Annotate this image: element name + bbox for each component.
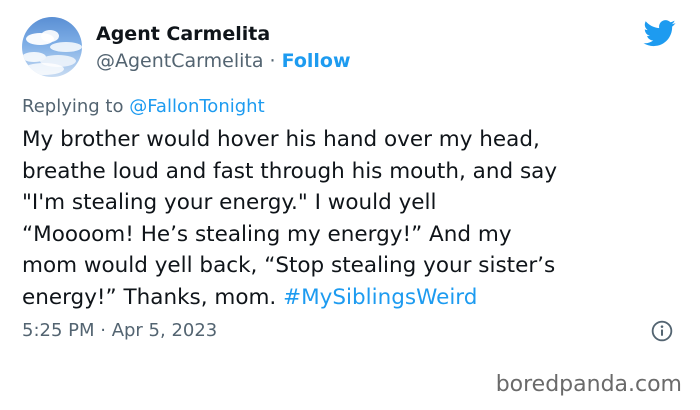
timestamp-link[interactable]: 5:25 PM · Apr 5, 2023 [22,319,217,343]
separator-dot: · [269,50,276,72]
reply-prefix: Replying to [22,96,124,117]
tweet-text: My brother would hover his hand over my … [22,124,682,314]
tweet-text-line: My brother would hover his hand over my … [22,127,540,152]
watermark-logo: boredpanda.com [495,372,682,397]
tweet-text-line: mom would yell back, “Stop stealing your… [22,253,556,279]
hashtag-link[interactable]: #MySiblingsWeird [283,285,477,310]
info-icon[interactable] [651,320,673,342]
avatar[interactable] [22,17,82,77]
tweet-text-fragment: energy!” Thanks, mom. [22,284,284,310]
replying-to: Replying to @FallonTonight [22,95,265,119]
avatar-clouds-image [22,30,82,75]
tweet-text-line: "I'm stealing your energy." I would yell [22,190,437,216]
handle[interactable]: @AgentCarmelita [96,50,263,72]
follow-button[interactable]: Follow [282,50,351,72]
twitter-bird-icon[interactable] [642,17,678,49]
tweet-card: Agent Carmelita @AgentCarmelita · Follow… [0,0,700,368]
reply-mention-link[interactable]: @FallonTonight [129,96,264,117]
tweet-text-line: “Moooom! He’s stealing my energy!” And m… [22,221,512,247]
handle-row: @AgentCarmelita · Follow [96,49,351,73]
tweet-text-last-line: energy!” Thanks, mom. #MySiblingsWeird [22,282,682,314]
display-name[interactable]: Agent Carmelita [96,22,270,46]
tweet-text-line: breathe loud and fast through his mouth,… [22,158,558,184]
